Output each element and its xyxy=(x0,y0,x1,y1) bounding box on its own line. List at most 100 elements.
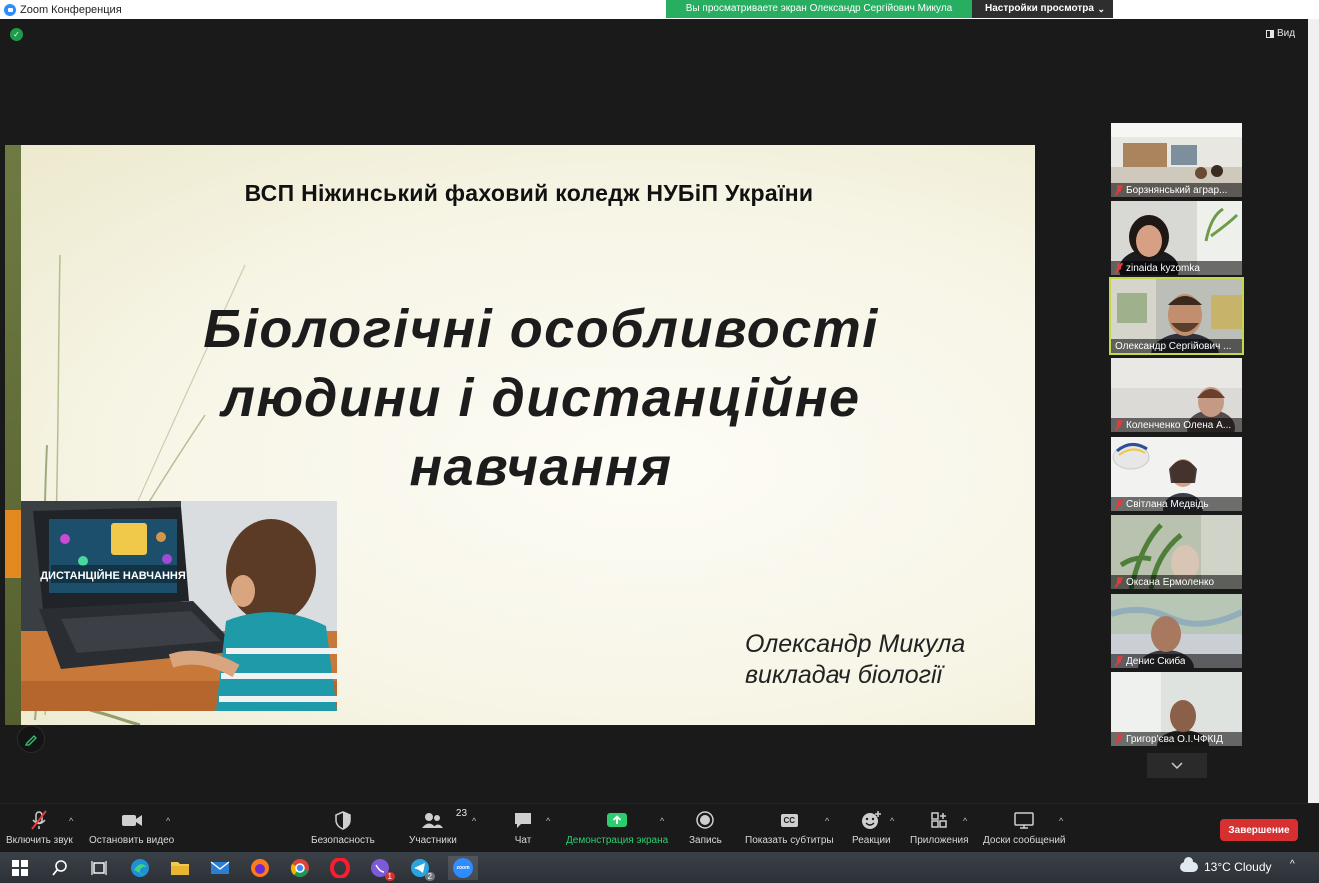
participant-name: Денис Скиба xyxy=(1126,655,1186,667)
shared-screen-slide: ВСП Ніжинський фаховий коледж НУБіП Укра… xyxy=(5,145,1035,725)
telegram-taskbar-icon[interactable]: 2 xyxy=(408,856,435,881)
whiteboards-button[interactable]: Доски сообщений xyxy=(983,808,1066,846)
muted-mic-icon xyxy=(1115,656,1123,666)
muted-mic-icon xyxy=(1115,420,1123,430)
slide-title-line: людини і дистанційне xyxy=(221,368,861,428)
meeting-toolbar: Включить звук ^ Остановить видео ^ Безоп… xyxy=(0,803,1319,852)
chat-label: Чат xyxy=(514,835,532,846)
opera-taskbar-icon[interactable] xyxy=(328,856,352,880)
whiteboard-icon xyxy=(1014,812,1035,829)
apps-label: Приложения xyxy=(910,835,969,846)
search-icon xyxy=(52,860,67,876)
windows-taskbar: 1 2 zoom 13°C Cloudy ^ xyxy=(0,852,1319,883)
participant-tile[interactable]: Коленченко Олена А... xyxy=(1111,358,1242,432)
reactions-caret-icon[interactable]: ^ xyxy=(890,816,894,826)
slide-title-line: Біологічні особливості xyxy=(203,299,879,359)
muted-mic-icon xyxy=(1115,734,1123,744)
participant-tile[interactable]: Борзнянський аграр... xyxy=(1111,123,1242,197)
participant-name-bar: Світлана Медвідь xyxy=(1111,497,1242,511)
muted-mic-icon xyxy=(1115,499,1123,509)
record-label: Запись xyxy=(689,835,722,846)
audio-options-caret-icon[interactable]: ^ xyxy=(69,816,73,826)
title-bar: Zoom Конференция xyxy=(0,0,1319,19)
search-button[interactable] xyxy=(48,856,72,880)
chat-button[interactable]: Чат xyxy=(513,808,533,846)
unmute-label: Включить звук xyxy=(6,835,73,846)
firefox-icon xyxy=(251,859,269,877)
edge-browser-icon xyxy=(131,859,149,877)
slide-author: Олександр Микула викладач біології xyxy=(745,629,965,691)
participant-name-bar: Коленченко Олена А... xyxy=(1111,418,1242,432)
participant-name: Григор'єва О.І.ЧФКІД xyxy=(1126,733,1223,745)
tray-chevron-up-icon[interactable]: ^ xyxy=(1290,859,1295,870)
participant-tile[interactable]: zinaida kyzomka xyxy=(1111,201,1242,275)
viewing-screen-text: Вы просматриваете экран Олександр Сергій… xyxy=(666,0,972,18)
mail-taskbar-icon[interactable] xyxy=(208,856,232,880)
participant-name-bar: Борзнянський аграр... xyxy=(1111,183,1242,197)
edge-taskbar-icon[interactable] xyxy=(128,856,152,880)
task-view-button[interactable] xyxy=(87,856,111,880)
participants-label: Участники xyxy=(409,835,457,846)
participant-tile[interactable]: Денис Скиба xyxy=(1111,594,1242,668)
zoom-window: Zoom Конференция Вы просматриваете экран… xyxy=(0,0,1319,883)
participants-button[interactable]: 23 Участники xyxy=(409,808,467,846)
participant-name: Оксана Ермоленко xyxy=(1126,576,1215,588)
end-meeting-button[interactable]: Завершение xyxy=(1220,819,1298,841)
apps-grid-icon xyxy=(931,812,947,828)
participant-name-bar: Олександр Сергійович ... xyxy=(1111,339,1242,353)
participants-icon xyxy=(421,813,443,828)
firefox-taskbar-icon[interactable] xyxy=(248,856,272,880)
explorer-taskbar-icon[interactable] xyxy=(168,856,192,880)
slide-title-line: навчання xyxy=(409,437,673,497)
captions-caret-icon[interactable]: ^ xyxy=(825,816,829,826)
task-view-icon xyxy=(91,861,107,875)
annotate-button[interactable] xyxy=(17,725,45,753)
participant-tile-active-speaker[interactable]: Олександр Сергійович ... xyxy=(1109,277,1244,355)
participant-tile[interactable]: Григор'єва О.І.ЧФКІД xyxy=(1111,672,1242,746)
muted-mic-icon xyxy=(1115,185,1123,195)
weather-widget[interactable]: 13°C Cloudy xyxy=(1180,857,1272,874)
participants-caret-icon[interactable]: ^ xyxy=(472,816,476,826)
more-participants-button[interactable] xyxy=(1147,753,1207,778)
screen-share-banner: Вы просматриваете экран Олександр Сергій… xyxy=(666,0,1113,18)
unmute-button[interactable]: Включить звук xyxy=(6,808,73,846)
share-screen-label: Демонстрация экрана xyxy=(566,835,669,846)
reactions-button[interactable]: Реакции xyxy=(852,808,891,846)
share-screen-button[interactable]: Демонстрация экрана xyxy=(566,808,668,846)
participant-name: Світлана Медвідь xyxy=(1126,498,1209,510)
author-name: Олександр Микула xyxy=(745,630,966,658)
show-captions-label: Показать субтитры xyxy=(745,835,834,846)
participant-name: zinaida kyzomka xyxy=(1126,262,1200,274)
chrome-taskbar-icon[interactable] xyxy=(288,856,312,880)
video-options-caret-icon[interactable]: ^ xyxy=(166,816,170,826)
apps-button[interactable]: Приложения xyxy=(910,808,969,846)
show-captions-button[interactable]: CC Показать субтитры xyxy=(745,808,834,846)
security-button[interactable]: Безопасность xyxy=(311,808,375,846)
participant-name: Борзнянський аграр... xyxy=(1126,184,1228,196)
stop-video-button[interactable]: Остановить видео xyxy=(89,808,174,846)
whiteboards-caret-icon[interactable]: ^ xyxy=(1059,816,1063,826)
security-shield-icon[interactable]: ✓ xyxy=(10,28,23,41)
chevron-down-icon: ⌄ xyxy=(1097,4,1105,14)
window-edge xyxy=(1308,19,1319,803)
zoom-taskbar-icon[interactable]: zoom xyxy=(448,856,478,880)
muted-mic-icon xyxy=(1115,263,1123,273)
share-screen-icon xyxy=(607,813,628,827)
apps-caret-icon[interactable]: ^ xyxy=(963,816,967,826)
chat-caret-icon[interactable]: ^ xyxy=(546,816,550,826)
view-button[interactable]: Вид xyxy=(1266,28,1295,39)
windows-logo-icon xyxy=(12,860,28,876)
participant-tile[interactable]: Оксана Ермоленко xyxy=(1111,515,1242,589)
slide-title: Біологічні особливості людини і дистанці… xyxy=(5,295,1035,502)
view-options-button[interactable]: Настройки просмотра ⌄ xyxy=(972,0,1113,18)
smiley-icon xyxy=(862,811,882,829)
chat-bubble-icon xyxy=(515,813,531,828)
chevron-down-icon xyxy=(1171,761,1183,769)
participant-tile[interactable]: Світлана Медвідь xyxy=(1111,437,1242,511)
cloud-icon xyxy=(1180,857,1198,872)
viber-taskbar-icon[interactable]: 1 xyxy=(368,856,395,881)
record-icon xyxy=(696,811,715,829)
record-button[interactable]: Запись xyxy=(689,808,722,846)
start-button[interactable] xyxy=(8,856,32,880)
share-caret-icon[interactable]: ^ xyxy=(660,816,664,826)
